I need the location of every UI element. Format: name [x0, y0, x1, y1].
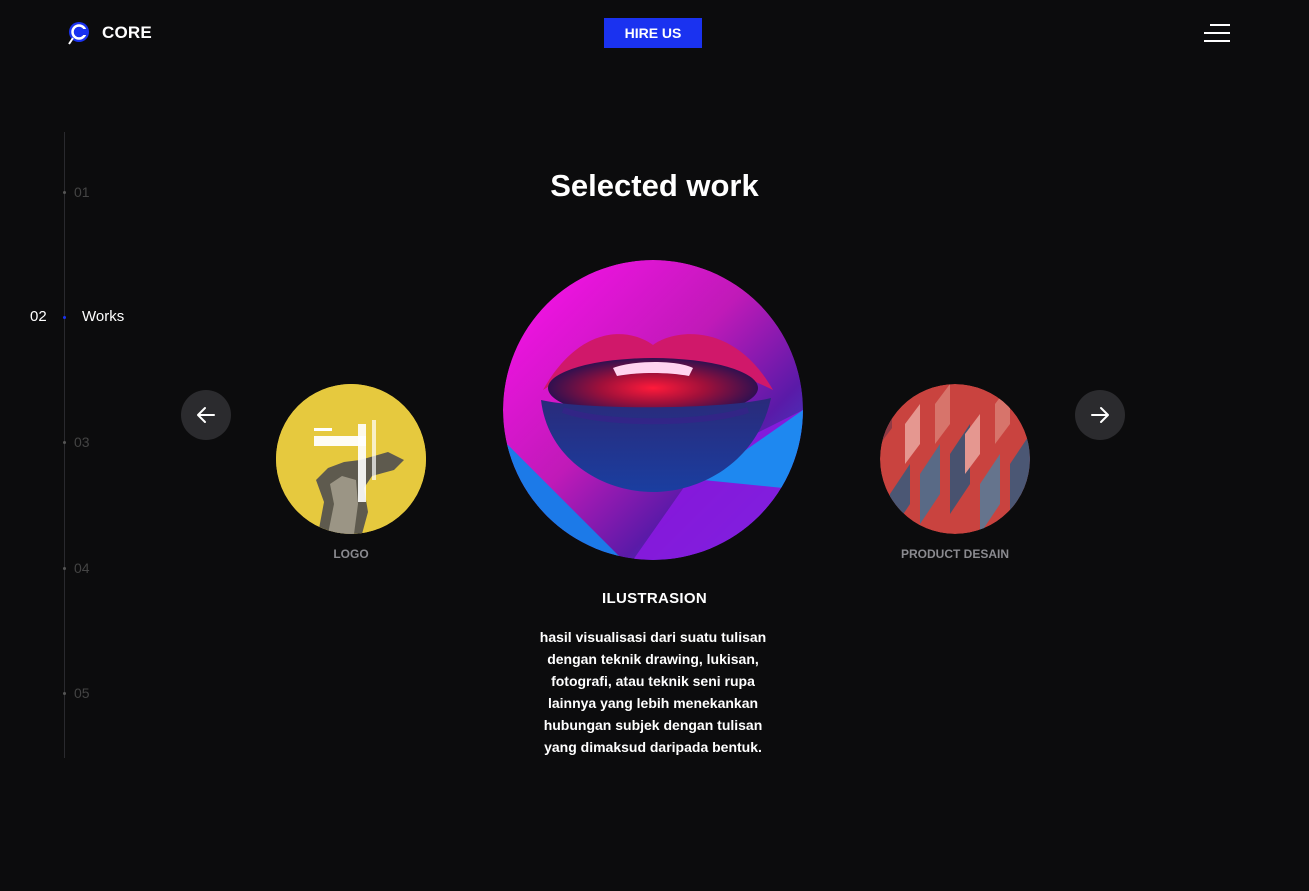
side-nav-number: 02 [30, 308, 47, 325]
work-title: ILUSTRASION [602, 590, 707, 607]
work-item-logo[interactable]: LOGO [276, 384, 426, 561]
work-label: PRODUCT DESAIN [900, 547, 1009, 561]
page: CORE HIRE US 01 02 Works 03 04 05 Select… [0, 0, 1309, 891]
side-nav-number: 04 [74, 560, 90, 576]
arrow-right-icon [1091, 407, 1109, 423]
side-nav-number: 03 [74, 434, 90, 450]
side-nav-item-03[interactable]: 03 [0, 432, 200, 452]
side-nav-item-05[interactable]: 05 [0, 683, 200, 703]
hire-us-button[interactable]: HIRE US [604, 18, 702, 48]
work-item-ilustrasion[interactable] [503, 260, 803, 560]
next-arrow-button[interactable] [1075, 390, 1125, 440]
work-item-product-desain[interactable]: PRODUCT DESAIN [880, 384, 1030, 561]
prev-arrow-button[interactable] [181, 390, 231, 440]
logo-mark-icon [68, 22, 89, 45]
side-nav-number: 05 [74, 685, 90, 701]
side-nav-item-works[interactable]: 02 Works [0, 307, 200, 327]
arrow-left-icon [197, 407, 215, 423]
side-nav-label: Works [82, 308, 125, 325]
brand-name: CORE [102, 23, 152, 42]
illustration-lips-image [503, 260, 803, 560]
side-nav-item-04[interactable]: 04 [0, 558, 200, 578]
logo-poster-image [276, 384, 426, 534]
hamburger-menu-icon[interactable] [1204, 24, 1230, 42]
section-title: Selected work [550, 168, 759, 203]
work-label: LOGO [333, 547, 369, 561]
work-description: hasil visualisasi dari suatu tulisan den… [539, 629, 767, 755]
product-pattern-image [880, 384, 1030, 534]
brand-logo[interactable]: CORE [66, 20, 152, 46]
